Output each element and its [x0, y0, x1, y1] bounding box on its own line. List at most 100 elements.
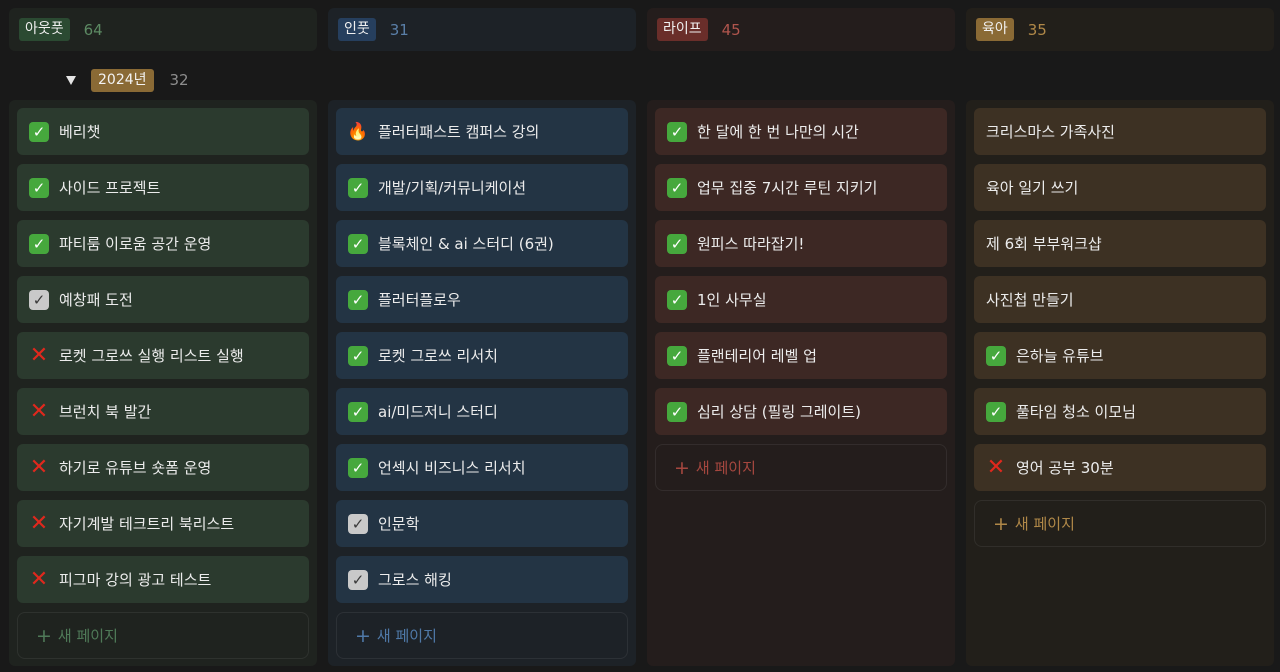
board-card[interactable]: ✓ 예창패 도전 [17, 276, 309, 323]
card-title: ai/미드저니 스터디 [378, 403, 498, 421]
status-tag-outfit[interactable]: 아웃풋 [19, 18, 70, 41]
column-body-outfit: ✓ 베리챗 ✓ 사이드 프로젝트 ✓ 파티룸 이로움 공간 운영 ✓ 예창패 도전 ✕ 로켓 그로… [9, 100, 317, 666]
column-header-life[interactable]: 라이프 45 [647, 8, 955, 51]
grey-check-mark-icon: ✓ [348, 569, 368, 590]
card-title: 심리 상담 (필링 그레이트) [697, 403, 862, 421]
board-card[interactable]: ✓ 1인 사무실 [655, 276, 947, 323]
card-title: 육아 일기 쓰기 [986, 179, 1079, 197]
column-count-life: 45 [721, 20, 741, 39]
plus-icon: + [355, 624, 371, 647]
card-title: 개발/기획/커뮤니케이션 [378, 179, 527, 197]
card-title: 업무 집중 7시간 루틴 지키기 [697, 179, 878, 197]
card-title: 베리챗 [59, 123, 101, 141]
card-title: 플러터패스트 캠퍼스 강의 [378, 123, 540, 141]
board-card[interactable]: ✕ 하기로 유튜브 숏폼 운영 [17, 444, 309, 491]
board-card[interactable]: ✓ 파티룸 이로움 공간 운영 [17, 220, 309, 267]
card-title: 그로스 해킹 [378, 571, 452, 589]
board-card[interactable]: ✓ 로켓 그로쓰 리서치 [336, 332, 628, 379]
card-title: 파티룸 이로움 공간 운영 [59, 235, 212, 253]
board-card[interactable]: ✓ 인문학 [336, 500, 628, 547]
card-title: 한 달에 한 번 나만의 시간 [697, 123, 859, 141]
plus-icon: + [36, 624, 52, 647]
board-card[interactable]: ✓ 베리챗 [17, 108, 309, 155]
board-card[interactable]: ✓ 그로스 해킹 [336, 556, 628, 603]
check-mark-icon: ✓ [667, 177, 687, 198]
group-count: 32 [169, 71, 189, 89]
check-mark-icon: ✓ [667, 121, 687, 142]
group-tag: 2024년 [91, 68, 154, 92]
board-card[interactable]: ✕ 로켓 그로쓰 실행 리스트 실행 [17, 332, 309, 379]
check-mark-icon: ✓ [348, 233, 368, 254]
plus-icon: + [993, 512, 1009, 535]
card-title: 크리스마스 가족사진 [986, 123, 1115, 141]
card-title: 언섹시 비즈니스 리서치 [378, 459, 526, 477]
board-card[interactable]: ✓ 심리 상담 (필링 그레이트) [655, 388, 947, 435]
cross-mark-icon: ✕ [29, 454, 49, 480]
card-title: 1인 사무실 [697, 291, 767, 309]
board-card[interactable]: ✕ 영어 공부 30분 [974, 444, 1266, 491]
board-card[interactable]: ✕ 피그마 강의 광고 테스트 [17, 556, 309, 603]
board-card[interactable]: ✓ 블록체인 & ai 스터디 (6권) [336, 220, 628, 267]
new-page-button[interactable]: + 새 페이지 [655, 444, 947, 491]
cross-mark-icon: ✕ [986, 454, 1006, 480]
board-card[interactable]: ✕ 자기계발 테크트리 북리스트 [17, 500, 309, 547]
check-mark-icon: ✓ [348, 177, 368, 198]
check-mark-icon: ✓ [348, 345, 368, 366]
board-card[interactable]: ✓ 플러터플로우 [336, 276, 628, 323]
board-card[interactable]: ✓ 은하늘 유튜브 [974, 332, 1266, 379]
board-card[interactable]: 육아 일기 쓰기 [974, 164, 1266, 211]
board-card[interactable]: 크리스마스 가족사진 [974, 108, 1266, 155]
board-card[interactable]: ✓ 한 달에 한 번 나만의 시간 [655, 108, 947, 155]
check-mark-icon: ✓ [348, 457, 368, 478]
card-title: 은하늘 유튜브 [1016, 347, 1104, 365]
grey-check-mark-icon: ✓ [348, 513, 368, 534]
card-title: 사이드 프로젝트 [59, 179, 161, 197]
check-mark-icon: ✓ [348, 401, 368, 422]
board-card[interactable]: ✓ 사이드 프로젝트 [17, 164, 309, 211]
card-title: 플러터플로우 [378, 291, 461, 309]
new-page-label: 새 페이지 [1014, 515, 1075, 533]
check-mark-icon: ✓ [986, 345, 1006, 366]
board-card[interactable]: ✕ 브런치 북 발간 [17, 388, 309, 435]
board-card[interactable]: 🔥 플러터패스트 캠퍼스 강의 [336, 108, 628, 155]
fire-icon: 🔥 [347, 121, 369, 142]
status-tag-infit[interactable]: 인풋 [338, 18, 376, 41]
column-body-parenting: 크리스마스 가족사진육아 일기 쓰기제 6회 부부워크샵사진첩 만들기 ✓ 은하늘 … [966, 100, 1274, 666]
new-page-button[interactable]: + 새 페이지 [17, 612, 309, 659]
new-page-button[interactable]: + 새 페이지 [336, 612, 628, 659]
board-card[interactable]: ✓ 언섹시 비즈니스 리서치 [336, 444, 628, 491]
column-count-infit: 31 [389, 20, 409, 39]
card-title: 풀타임 청소 이모님 [1016, 403, 1136, 421]
card-title: 자기계발 테크트리 북리스트 [59, 515, 235, 533]
board-card[interactable]: ✓ 업무 집중 7시간 루틴 지키기 [655, 164, 947, 211]
check-mark-icon: ✓ [29, 121, 49, 142]
column-count-outfit: 64 [83, 20, 103, 39]
card-title: 플랜테리어 레벨 업 [697, 347, 817, 365]
card-title: 인문학 [378, 515, 420, 533]
card-title: 블록체인 & ai 스터디 (6권) [378, 235, 554, 253]
board-card[interactable]: ✓ 플랜테리어 레벨 업 [655, 332, 947, 379]
column-header-outfit[interactable]: 아웃풋 64 [9, 8, 317, 51]
collapse-triangle-icon[interactable] [66, 75, 76, 85]
check-mark-icon: ✓ [29, 177, 49, 198]
group-header-2024[interactable]: 2024년 32 [62, 66, 189, 94]
status-tag-parenting[interactable]: 육아 [976, 18, 1014, 41]
cross-mark-icon: ✕ [29, 510, 49, 536]
check-mark-icon: ✓ [986, 401, 1006, 422]
column-header-infit[interactable]: 인풋 31 [328, 8, 636, 51]
cross-mark-icon: ✕ [29, 342, 49, 368]
cross-mark-icon: ✕ [29, 398, 49, 424]
status-tag-life[interactable]: 라이프 [657, 18, 708, 41]
check-mark-icon: ✓ [667, 401, 687, 422]
board-card[interactable]: 사진첩 만들기 [974, 276, 1266, 323]
board-card[interactable]: ✓ ai/미드저니 스터디 [336, 388, 628, 435]
new-page-button[interactable]: + 새 페이지 [974, 500, 1266, 547]
board-card[interactable]: 제 6회 부부워크샵 [974, 220, 1266, 267]
new-page-label: 새 페이지 [57, 627, 118, 645]
board-card[interactable]: ✓ 풀타임 청소 이모님 [974, 388, 1266, 435]
new-page-label: 새 페이지 [376, 627, 437, 645]
card-title: 피그마 강의 광고 테스트 [59, 571, 212, 589]
board-card[interactable]: ✓ 개발/기획/커뮤니케이션 [336, 164, 628, 211]
column-header-parenting[interactable]: 육아 35 [966, 8, 1274, 51]
board-card[interactable]: ✓ 원피스 따라잡기! [655, 220, 947, 267]
